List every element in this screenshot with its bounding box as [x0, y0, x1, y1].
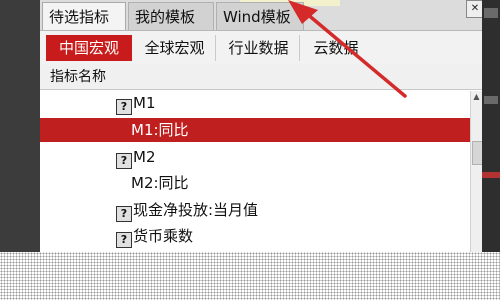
- red-arrow-annotation: [288, 0, 407, 98]
- screenshot-stage: 待选指标 我的模板 Wind模板 ✕ 中国宏观 全球宏观 行业数据 云数据 指标…: [0, 0, 500, 300]
- arrow-shaft: [298, 6, 407, 98]
